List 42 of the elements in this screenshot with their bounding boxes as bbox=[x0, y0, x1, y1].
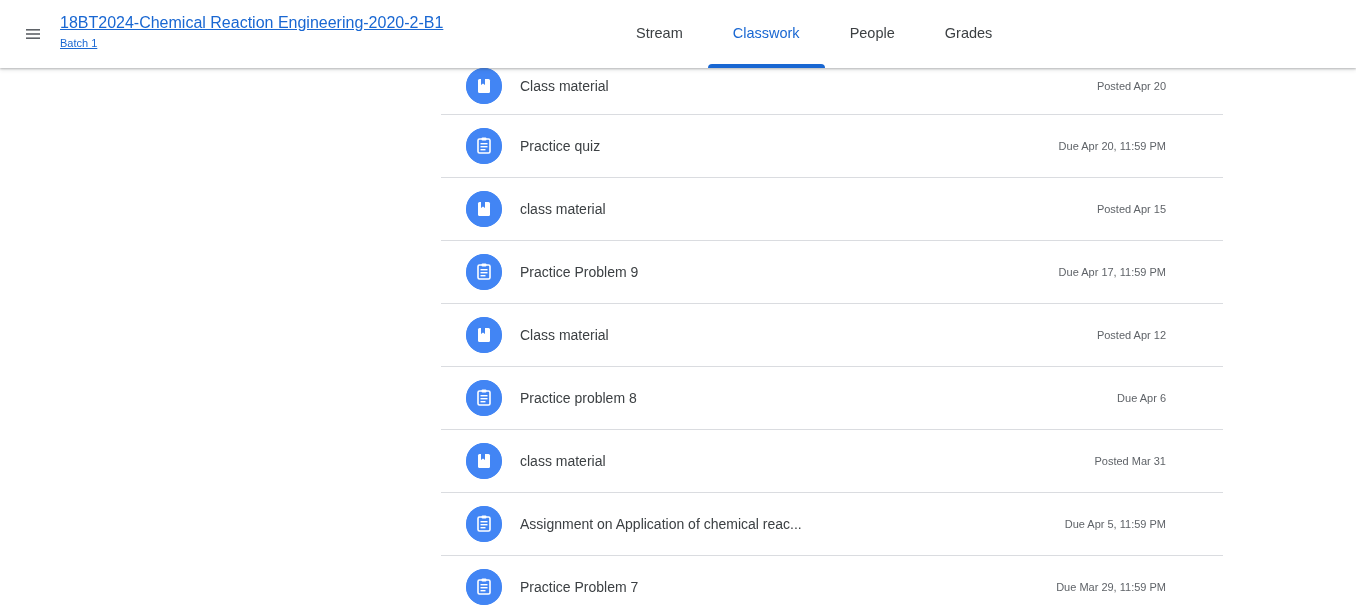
book-icon bbox=[466, 317, 502, 353]
nav-tab[interactable]: Grades bbox=[919, 0, 1018, 68]
classwork-item[interactable]: Class material Posted Apr 20 bbox=[441, 68, 1223, 115]
item-date: Due Apr 5, 11:59 PM bbox=[1064, 516, 1166, 532]
book-icon bbox=[466, 443, 502, 479]
item-title: class material bbox=[520, 199, 606, 219]
clipboard-icon bbox=[466, 128, 502, 164]
item-date: Posted Apr 15 bbox=[1096, 201, 1166, 217]
clipboard-icon bbox=[466, 506, 502, 542]
classwork-item[interactable]: class material Posted Mar 31 bbox=[441, 430, 1223, 493]
item-date: Due Apr 17, 11:59 PM bbox=[1058, 264, 1166, 280]
item-title: Class material bbox=[520, 325, 609, 345]
classwork-item[interactable]: Practice Problem 9 Due Apr 17, 11:59 PM bbox=[441, 241, 1223, 304]
item-title: Assignment on Application of chemical reac... bbox=[520, 514, 802, 534]
classwork-item[interactable]: Class material Posted Apr 12 bbox=[441, 304, 1223, 367]
classwork-item[interactable]: Assignment on Application of chemical reac... Due Apr 5, 11:59 PM bbox=[441, 493, 1223, 556]
section-link[interactable]: Batch 1 bbox=[60, 34, 98, 52]
menu-icon[interactable] bbox=[26, 29, 40, 39]
clipboard-icon bbox=[466, 569, 502, 605]
item-date: Posted Apr 20 bbox=[1096, 78, 1166, 94]
item-title: Practice quiz bbox=[520, 136, 601, 156]
item-title: Practice Problem 7 bbox=[520, 577, 639, 597]
classwork-item[interactable]: Practice Problem 7 Due Mar 29, 11:59 PM bbox=[441, 556, 1223, 616]
class-title-link[interactable]: 18BT2024-Chemical Reaction Engineering-2020-2-B1 bbox=[60, 10, 444, 35]
classwork-item[interactable]: Practice problem 8 Due Apr 6 bbox=[441, 367, 1223, 430]
classwork-item[interactable]: class material Posted Apr 15 bbox=[441, 178, 1223, 241]
book-icon bbox=[466, 191, 502, 227]
nav-tab[interactable]: People bbox=[824, 0, 920, 68]
clipboard-icon bbox=[466, 380, 502, 416]
item-title: Practice Problem 9 bbox=[520, 262, 639, 282]
item-date: Due Apr 6 bbox=[1117, 390, 1166, 406]
classwork-item[interactable]: Practice quiz Due Apr 20, 11:59 PM bbox=[441, 115, 1223, 178]
clipboard-icon bbox=[466, 254, 502, 290]
nav-tab[interactable]: Stream bbox=[611, 0, 708, 68]
item-title: class material bbox=[520, 451, 606, 471]
item-date: Posted Mar 31 bbox=[1094, 453, 1166, 469]
item-date: Due Mar 29, 11:59 PM bbox=[1056, 579, 1166, 595]
item-title: Class material bbox=[520, 76, 609, 96]
nav-tab[interactable]: Classwork bbox=[707, 0, 825, 68]
item-title: Practice problem 8 bbox=[520, 388, 637, 408]
item-date: Due Apr 20, 11:59 PM bbox=[1058, 138, 1166, 154]
item-date: Posted Apr 12 bbox=[1096, 327, 1166, 343]
